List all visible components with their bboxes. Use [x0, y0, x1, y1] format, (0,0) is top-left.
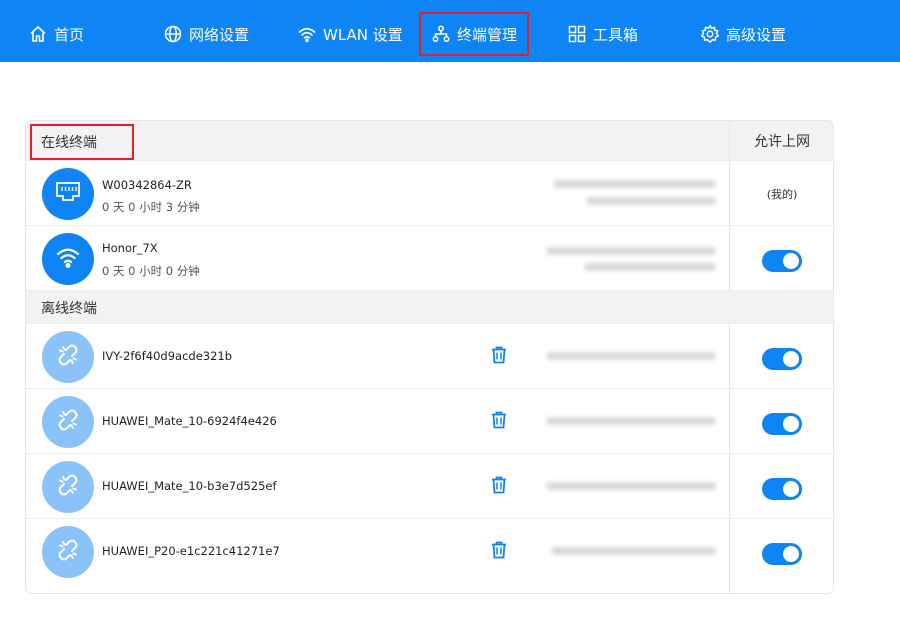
- redacted-mac: [546, 352, 716, 360]
- globe-icon: [163, 24, 183, 44]
- nav-wlan-settings[interactable]: WLAN 设置: [297, 12, 403, 56]
- table-row: W00342864-ZR 0 天 0 小时 3 分钟 (我的): [26, 160, 833, 225]
- device-avatar: [42, 396, 94, 448]
- gear-icon: [700, 24, 720, 44]
- device-avatar: [42, 461, 94, 513]
- table-row: Honor_7X 0 天 0 小时 0 分钟: [26, 225, 833, 290]
- allow-internet-header: 允许上网: [730, 121, 833, 160]
- device-online-time: 0 天 0 小时 3 分钟: [102, 200, 200, 214]
- nav-wlan-settings-label: WLAN 设置: [323, 25, 403, 44]
- devices-icon: [431, 24, 451, 44]
- device-name: HUAWEI_Mate_10-6924f4e426: [102, 414, 277, 428]
- top-navigation-bar: 首页 网络设置 WLAN 设置 终端管理 工具箱 高级设置: [0, 0, 900, 62]
- device-name: HUAWEI_P20-e1c221c41271e7: [102, 544, 280, 558]
- redacted-ip: [553, 180, 716, 188]
- device-name: HUAWEI_Mate_10-b3e7d525ef: [102, 479, 277, 493]
- broken-link-icon: [54, 341, 82, 373]
- device-name: W00342864-ZR: [102, 178, 192, 192]
- trash-icon: [491, 411, 507, 433]
- nav-toolbox-label: 工具箱: [593, 25, 639, 44]
- nav-home-label: 首页: [54, 25, 85, 44]
- wifi-icon: [54, 243, 82, 275]
- table-row: IVY-2f6f40d9acde321b: [26, 323, 833, 388]
- delete-device-button[interactable]: [491, 346, 507, 364]
- nav-advanced-settings-label: 高级设置: [726, 25, 787, 44]
- toggle-knob: [783, 481, 799, 497]
- nav-home[interactable]: 首页: [28, 12, 84, 56]
- allow-internet-toggle[interactable]: [762, 250, 802, 272]
- device-online-time: 0 天 0 小时 0 分钟: [102, 264, 200, 278]
- toggle-knob: [783, 546, 799, 562]
- nav-advanced-settings[interactable]: 高级设置: [700, 12, 786, 56]
- device-avatar: [42, 168, 94, 220]
- delete-device-button[interactable]: [491, 541, 507, 559]
- delete-device-button[interactable]: [491, 411, 507, 429]
- nav-network-settings[interactable]: 网络设置: [163, 12, 249, 56]
- redacted-mac: [551, 547, 716, 555]
- toggle-knob: [783, 253, 799, 269]
- my-device-label: (我的): [766, 188, 798, 201]
- redacted-mac: [546, 417, 716, 425]
- redacted-mac: [546, 482, 716, 490]
- device-name: IVY-2f6f40d9acde321b: [102, 349, 233, 363]
- trash-icon: [491, 541, 507, 563]
- table-row: HUAWEI_Mate_10-6924f4e426: [26, 388, 833, 453]
- nav-device-management-label: 终端管理: [457, 25, 518, 44]
- table-row: HUAWEI_Mate_10-b3e7d525ef: [26, 453, 833, 518]
- broken-link-icon: [54, 471, 82, 503]
- toggle-knob: [783, 351, 799, 367]
- ethernet-icon: [54, 178, 82, 210]
- allow-internet-header-label: 允许上网: [754, 133, 810, 150]
- grid-icon: [567, 24, 587, 44]
- device-avatar: [42, 233, 94, 285]
- broken-link-icon: [54, 536, 82, 568]
- online-devices-title: 在线终端: [30, 124, 134, 160]
- offline-devices-title: 离线终端: [41, 301, 97, 317]
- device-avatar: [42, 526, 94, 578]
- offline-section-header: 离线终端: [26, 290, 833, 323]
- delete-device-button[interactable]: [491, 476, 507, 494]
- trash-icon: [491, 346, 507, 368]
- redacted-ip: [546, 247, 716, 255]
- device-name: Honor_7X: [102, 241, 158, 255]
- device-list-panel: 在线终端 允许上网 W00342864-ZR 0 天 0 小时 3 分钟 (我的…: [25, 120, 834, 594]
- online-devices-title-label: 在线终端: [41, 135, 97, 151]
- toggle-knob: [783, 416, 799, 432]
- broken-link-icon: [54, 406, 82, 438]
- allow-internet-toggle[interactable]: [762, 413, 802, 435]
- trash-icon: [491, 476, 507, 498]
- nav-device-management[interactable]: 终端管理: [419, 12, 530, 56]
- table-row: HUAWEI_P20-e1c221c41271e7: [26, 518, 833, 583]
- online-section-header: [26, 121, 833, 160]
- home-icon: [28, 24, 48, 44]
- nav-network-settings-label: 网络设置: [189, 25, 250, 44]
- allow-internet-toggle[interactable]: [762, 478, 802, 500]
- allow-internet-toggle[interactable]: [762, 348, 802, 370]
- redacted-mac: [584, 263, 716, 271]
- redacted-mac: [586, 197, 716, 205]
- allow-internet-toggle[interactable]: [762, 543, 802, 565]
- device-avatar: [42, 331, 94, 383]
- nav-toolbox[interactable]: 工具箱: [567, 12, 638, 56]
- wifi-icon: [297, 24, 317, 44]
